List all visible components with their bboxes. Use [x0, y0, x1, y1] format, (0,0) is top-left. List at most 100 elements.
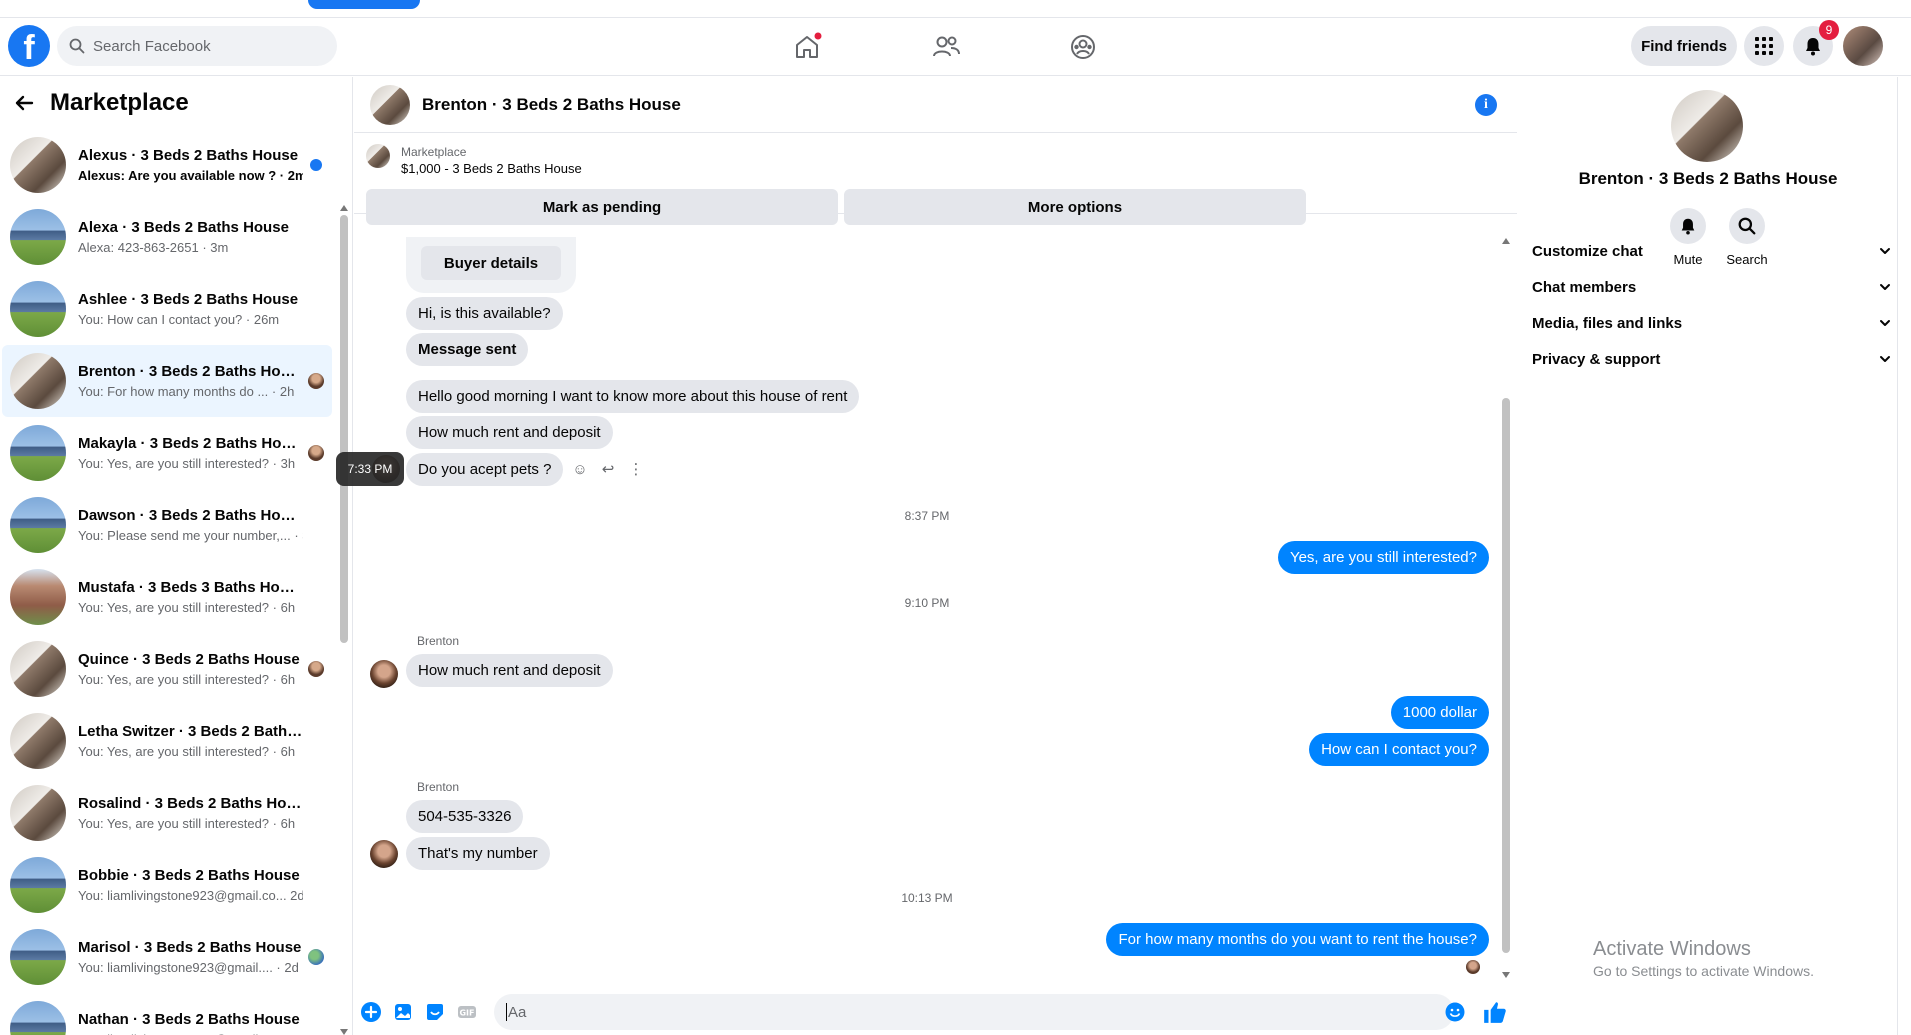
conversation-name: Rosalind · 3 Beds 2 Baths House [78, 795, 303, 812]
friends-icon[interactable] [931, 32, 961, 62]
listing-photo[interactable] [1671, 90, 1743, 162]
conversation-item[interactable]: Quince · 3 Beds 2 Baths House You: Yes, a… [2, 633, 332, 705]
sidebar-scrollbar[interactable] [338, 205, 350, 1035]
thumbs-up-icon[interactable] [1482, 999, 1508, 1025]
conversation-text: Letha Switzer · 3 Beds 2 Baths H... You: … [78, 723, 303, 759]
info-icon[interactable]: i [1475, 94, 1497, 116]
conversation-text: Quince · 3 Beds 2 Baths House You: Yes, a… [78, 651, 303, 687]
message-composer: GIF Aa [354, 990, 1517, 1035]
incoming-message[interactable]: 504-535-3326 [406, 800, 524, 833]
mark-as-pending-button[interactable]: Mark as pending [366, 189, 838, 225]
conversation-name: Letha Switzer · 3 Beds 2 Baths H... [78, 723, 303, 740]
conversation-preview: Alexus: Are you available now ? · 2m [78, 168, 303, 183]
scroll-up-arrow[interactable] [1502, 238, 1510, 244]
seen-receipt-avatar [1466, 960, 1480, 974]
conversation-name: Dawson · 3 Beds 2 Baths House [78, 507, 303, 524]
chat-title[interactable]: Brenton · 3 Beds 2 Baths House [422, 95, 681, 115]
page-scrollbar[interactable] [1897, 77, 1911, 1035]
conversation-thumbnail [10, 641, 66, 697]
conversation-thumbnail [10, 569, 66, 625]
conversation-preview: You: Yes, are you still interested? · 6h [78, 672, 296, 687]
conversation-text: Nathan · 3 Beds 2 Baths HouseYou: liamli… [78, 1011, 303, 1035]
incoming-message[interactable]: Message sent [406, 333, 529, 366]
photo-icon[interactable] [392, 1001, 414, 1023]
plus-circle-icon[interactable] [360, 1001, 382, 1023]
scroll-down-arrow[interactable] [340, 1029, 348, 1035]
conversation-preview: Alexa: 423-863-2651 · 3m [78, 240, 229, 255]
incoming-message[interactable]: Hello good morning I want to know more a… [406, 380, 860, 413]
facebook-logo-glyph: f [23, 29, 35, 67]
chat-scrollbar[interactable] [1500, 238, 1512, 978]
conversation-thumbnail [10, 281, 66, 337]
sender-avatar[interactable] [370, 660, 398, 688]
react-emoji-icon[interactable]: ☺ [571, 460, 589, 478]
home-icon[interactable] [792, 32, 822, 62]
conversation-name: Alexus · 3 Beds 2 Baths House [78, 147, 299, 164]
scroll-down-arrow[interactable] [1502, 972, 1510, 978]
conversation-item[interactable]: Dawson · 3 Beds 2 Baths House You: Please… [2, 489, 332, 561]
more-options-button[interactable]: More options [844, 189, 1306, 225]
conversation-item[interactable]: Brenton · 3 Beds 2 Baths House You: For h… [2, 345, 332, 417]
outgoing-message[interactable]: How can I contact you? [1309, 733, 1489, 766]
more-vertical-icon[interactable]: ⋮ [627, 460, 645, 478]
search-input[interactable]: Search Facebook [57, 26, 337, 66]
conversation-text: Marisol · 3 Beds 2 Baths House You: liaml… [78, 939, 303, 975]
conversation-thumbnail [10, 425, 66, 481]
details-section-item[interactable]: Privacy & support [1532, 341, 1892, 377]
details-title: Brenton · 3 Beds 2 Baths House [1578, 169, 1838, 188]
profile-avatar[interactable] [1843, 26, 1883, 66]
scrollbar-thumb[interactable] [1502, 398, 1510, 953]
details-section-item[interactable]: Customize chat [1532, 233, 1892, 269]
chevron-down-icon [1880, 356, 1890, 362]
timestamp-divider: 8:37 PM [904, 509, 950, 523]
conversation-item[interactable]: Makayla · 3 Beds 2 Baths House You: Yes, … [2, 417, 332, 489]
listing-thumbnail [366, 144, 390, 168]
groups-icon[interactable] [1068, 32, 1098, 62]
scrollbar-thumb[interactable] [340, 215, 348, 643]
conversation-name: Nathan · 3 Beds 2 Baths House [78, 1011, 300, 1028]
sticker-icon[interactable] [424, 1001, 446, 1023]
section-label: Customize chat [1532, 242, 1643, 260]
conversation-item[interactable]: Alexus · 3 Beds 2 Baths House Alexus: Are… [2, 129, 332, 201]
outgoing-message[interactable]: For how many months do you want to rent … [1106, 923, 1489, 956]
message-input[interactable]: Aa [494, 994, 1454, 1030]
conversation-item[interactable]: Mustafa · 3 Beds 3 Baths House You: Yes, … [2, 561, 332, 633]
find-friends-button[interactable]: Find friends [1631, 26, 1737, 66]
gif-icon[interactable]: GIF [456, 1001, 478, 1023]
incoming-message[interactable]: Do you acept pets ? [406, 453, 564, 486]
incoming-message[interactable]: How much rent and deposit [406, 654, 613, 687]
incoming-message[interactable]: Hi, is this available? [406, 297, 563, 330]
buyer-details-button[interactable]: Buyer details [421, 246, 561, 280]
emoji-icon[interactable] [1444, 1001, 1466, 1023]
windows-activation-watermark: Activate Windows Go to Settings to activ… [1593, 938, 1814, 979]
outgoing-message[interactable]: Yes, are you still interested? [1277, 541, 1489, 574]
conversation-item[interactable]: Rosalind · 3 Beds 2 Baths House You: Yes,… [2, 777, 332, 849]
outgoing-message[interactable]: 1000 dollar [1390, 696, 1489, 729]
conversation-thumbnail [10, 1001, 66, 1035]
menu-button[interactable] [1744, 26, 1784, 66]
reply-icon[interactable]: ↩ [599, 460, 617, 478]
conversation-item[interactable]: Alexa · 3 Beds 2 Baths House Alexa: 423-8… [2, 201, 332, 273]
conversation-text: Brenton · 3 Beds 2 Baths House You: For h… [78, 363, 303, 399]
conversation-item[interactable]: Ashlee · 3 Beds 2 Baths House You: How ca… [2, 273, 332, 345]
facebook-logo[interactable]: f [8, 25, 50, 67]
conversation-item[interactable]: Letha Switzer · 3 Beds 2 Baths H... You: … [2, 705, 332, 777]
details-section-item[interactable]: Media, files and links [1532, 305, 1892, 341]
conversation-item[interactable]: Nathan · 3 Beds 2 Baths HouseYou: liamli… [2, 993, 332, 1035]
section-label: Privacy & support [1532, 350, 1661, 368]
section-label: Media, files and links [1532, 314, 1683, 332]
back-arrow-icon[interactable] [12, 91, 36, 115]
scroll-up-arrow[interactable] [340, 205, 348, 211]
details-section-item[interactable]: Chat members [1532, 269, 1892, 305]
conversation-preview: You: Yes, are you still interested? · 6h [78, 600, 296, 615]
incoming-message[interactable]: That's my number [406, 837, 550, 870]
listing-title[interactable]: $1,000 - 3 Beds 2 Baths House [401, 161, 582, 176]
conversation-item[interactable]: Bobbie · 3 Beds 2 Baths House You: liamli… [2, 849, 332, 921]
conversation-item[interactable]: Marisol · 3 Beds 2 Baths House You: liaml… [2, 921, 332, 993]
chat-details-panel: Brenton · 3 Beds 2 Baths House Mute Sear… [1518, 77, 1911, 1035]
sender-avatar[interactable] [370, 840, 398, 868]
conversation-list: Alexus · 3 Beds 2 Baths House Alexus: Are… [0, 129, 332, 1035]
read-receipt-avatar [308, 661, 324, 677]
chat-thumbnail[interactable] [370, 84, 410, 125]
incoming-message[interactable]: How much rent and deposit [406, 416, 613, 449]
